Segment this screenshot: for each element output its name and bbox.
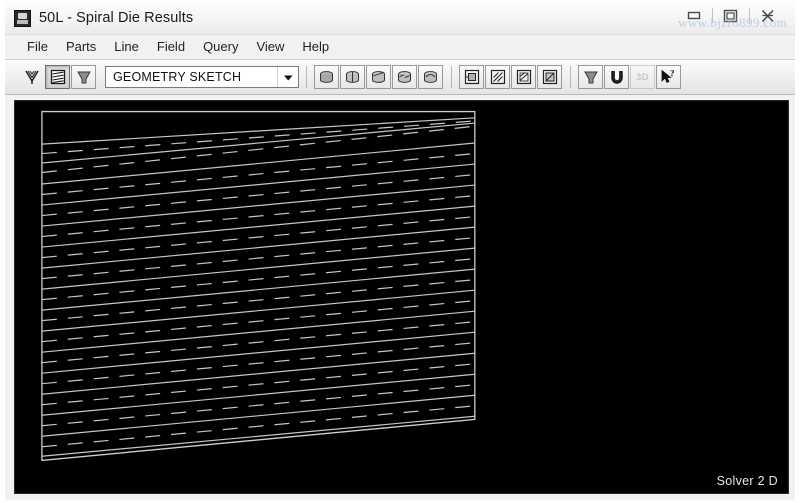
menu-item-query[interactable]: Query	[194, 37, 247, 57]
toolbar-group-views	[459, 65, 563, 89]
control-divider	[749, 8, 750, 23]
channel-line-solid	[41, 268, 475, 311]
canvas-container: Solver 2 D	[5, 95, 795, 500]
geometry-sketch-icon[interactable]	[45, 65, 70, 89]
toolbar-divider	[306, 66, 307, 88]
channel-line-dashed	[41, 279, 475, 322]
view-frame-section-b-icon[interactable]	[511, 65, 536, 89]
cylinder-solid-icon[interactable]	[314, 65, 339, 89]
channel-line-solid	[41, 373, 475, 416]
menu-item-line[interactable]: Line	[105, 37, 148, 57]
channel-line-solid	[41, 163, 475, 206]
channel-line-dashed	[41, 321, 475, 364]
channel-line-dashed	[41, 300, 475, 343]
u-channel-icon[interactable]	[604, 65, 629, 89]
window-controls	[681, 5, 781, 26]
channel-line-dashed	[41, 194, 475, 238]
channel-line-solid	[41, 310, 475, 353]
toolbar: GEOMETRY SKETCH 3D ?	[5, 60, 795, 95]
cylinder-channel-icon[interactable]	[418, 65, 443, 89]
channel-line-dashed	[41, 237, 475, 280]
menu-bar: File Parts Line Field Query View Help	[5, 34, 795, 60]
title-bar: 50L - Spiral Die Results www.bjzr8899.co…	[5, 2, 795, 34]
minimize-button[interactable]	[681, 5, 707, 26]
drawing-canvas[interactable]: Solver 2 D	[14, 100, 789, 494]
channel-line-dashed	[41, 363, 475, 406]
view-mode-combo[interactable]: GEOMETRY SKETCH	[105, 66, 299, 88]
close-button[interactable]	[755, 5, 781, 26]
channel-line-dashed	[41, 384, 475, 427]
channel-line-solid	[41, 394, 475, 437]
spiral-die-icon[interactable]	[19, 65, 44, 89]
toolbar-group-tools: 3D ?	[578, 65, 682, 89]
svg-text:?: ?	[670, 69, 675, 79]
channel-line-solid	[41, 352, 475, 395]
channel-line-dashed	[41, 342, 475, 385]
three-d-label: 3D	[636, 71, 649, 83]
channel-line-dashed	[41, 173, 475, 217]
three-d-button[interactable]: 3D	[630, 65, 655, 89]
channel-line-solid	[41, 184, 475, 227]
channel-line-dashed	[41, 258, 475, 301]
maximize-button[interactable]	[718, 5, 744, 26]
die-profile-icon[interactable]	[71, 65, 96, 89]
toolbar-group-cylinders	[314, 65, 444, 89]
cylinder-quarter-icon[interactable]	[340, 65, 365, 89]
application-window: 50L - Spiral Die Results www.bjzr8899.co…	[5, 2, 795, 500]
application-icon	[14, 9, 31, 27]
channel-line-solid	[41, 415, 475, 457]
channel-line-solid	[41, 122, 475, 164]
status-text: Solver 2 D	[716, 474, 778, 488]
menu-item-help[interactable]: Help	[293, 37, 338, 57]
view-mode-combo-value: GEOMETRY SKETCH	[113, 70, 242, 84]
chevron-down-icon[interactable]	[277, 67, 298, 87]
channel-line-solid	[41, 289, 475, 332]
menu-item-parts[interactable]: Parts	[57, 37, 105, 57]
spiral-channel-lines	[41, 117, 475, 457]
die-fill-icon[interactable]	[578, 65, 603, 89]
cylinder-spiral-icon[interactable]	[392, 65, 417, 89]
channel-line-solid	[41, 205, 475, 248]
menu-item-file[interactable]: File	[18, 37, 57, 57]
toolbar-divider	[570, 66, 571, 88]
channel-line-dashed	[41, 152, 475, 196]
menu-item-field[interactable]: Field	[148, 37, 194, 57]
spiral-die-sketch-svg	[41, 110, 476, 462]
channel-line-solid	[41, 226, 475, 269]
channel-line-solid	[41, 247, 475, 290]
channel-line-solid	[41, 117, 475, 145]
window-title: 50L - Spiral Die Results	[39, 10, 194, 26]
menu-item-view[interactable]: View	[247, 37, 293, 57]
context-help-icon[interactable]: ?	[656, 65, 681, 89]
toolbar-divider	[451, 66, 452, 88]
channel-line-solid	[41, 331, 475, 374]
view-frame-plan-icon[interactable]	[459, 65, 484, 89]
channel-line-dashed	[41, 216, 475, 259]
view-frame-section-c-icon[interactable]	[537, 65, 562, 89]
toolbar-group-mode	[19, 65, 97, 89]
cylinder-section-icon[interactable]	[366, 65, 391, 89]
view-frame-section-a-icon[interactable]	[485, 65, 510, 89]
control-divider	[712, 8, 713, 23]
